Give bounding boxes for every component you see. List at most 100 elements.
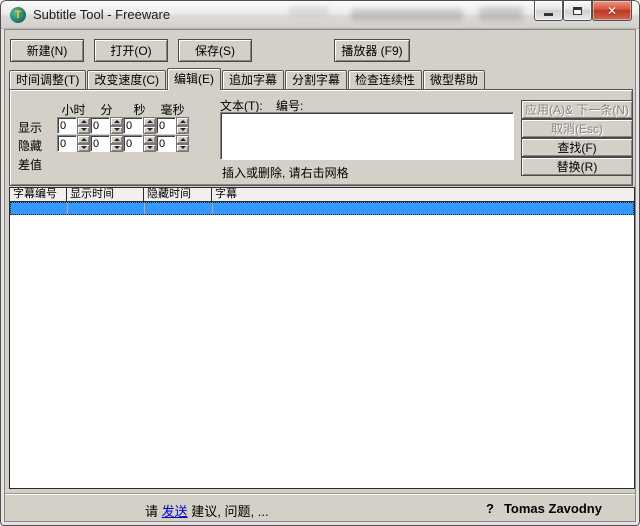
status-message: 请 发送 建议, 问题, ... bbox=[145, 501, 269, 520]
grid-cell[interactable] bbox=[68, 203, 145, 214]
status-bar: 请 发送 建议, 问题, ... ? Tomas Zavodny bbox=[5, 493, 635, 521]
hide-hours-spinner bbox=[57, 135, 90, 152]
edit-tab-page: 小时 分 秒 毫秒 显示 隐藏 差值 bbox=[9, 89, 633, 186]
cancel-button[interactable]: 取消(Esc) bbox=[521, 119, 633, 138]
hide-minutes-input[interactable] bbox=[90, 135, 110, 152]
subtitle-text-area[interactable] bbox=[220, 112, 514, 160]
hide-millis-input[interactable] bbox=[156, 135, 176, 152]
spin-down-button[interactable] bbox=[143, 126, 156, 135]
spin-down-icon bbox=[81, 146, 87, 149]
grid-cell[interactable] bbox=[213, 203, 633, 214]
spin-down-icon bbox=[114, 146, 120, 149]
spin-up-icon bbox=[147, 138, 153, 141]
player-button[interactable]: 播放器 (F9) bbox=[334, 39, 410, 62]
spin-down-button[interactable] bbox=[143, 144, 156, 153]
find-button[interactable]: 查找(F) bbox=[521, 138, 633, 157]
grid-empty-body[interactable] bbox=[10, 217, 634, 488]
hide-seconds-spinner bbox=[123, 135, 156, 152]
show-minutes-input[interactable] bbox=[90, 117, 110, 134]
spin-down-icon bbox=[147, 128, 153, 131]
show-hours-spinner bbox=[57, 117, 90, 134]
column-header-subtitle-number[interactable]: 字幕编号 bbox=[10, 188, 67, 201]
show-millis-input[interactable] bbox=[156, 117, 176, 134]
show-seconds-spinner bbox=[123, 117, 156, 134]
open-button[interactable]: 打开(O) bbox=[94, 39, 168, 62]
spin-down-button[interactable] bbox=[110, 144, 123, 153]
grid-header-row: 字幕编号 显示时间 隐藏时间 字幕 bbox=[10, 188, 634, 202]
tab-split[interactable]: 分割字幕 bbox=[285, 70, 347, 89]
close-button[interactable]: ✕ bbox=[592, 1, 632, 21]
grid-hint-text: 插入或删除, 请右击网格 bbox=[222, 164, 349, 181]
hide-minutes-spinner bbox=[90, 135, 123, 152]
save-button[interactable]: 保存(S) bbox=[178, 39, 252, 62]
maximize-icon bbox=[573, 7, 582, 15]
spin-down-button[interactable] bbox=[110, 126, 123, 135]
replace-button[interactable]: 替换(R) bbox=[521, 157, 633, 176]
author-credit: ? Tomas Zavodny bbox=[486, 501, 602, 516]
spin-up-icon bbox=[180, 138, 186, 141]
show-minutes-spinner bbox=[90, 117, 123, 134]
spin-up-button[interactable] bbox=[110, 135, 123, 144]
maximize-button[interactable] bbox=[563, 1, 592, 21]
spin-up-icon bbox=[114, 138, 120, 141]
tab-check-continuity[interactable]: 检查连续性 bbox=[348, 70, 422, 89]
spin-down-button[interactable] bbox=[176, 144, 189, 153]
spin-up-icon bbox=[114, 120, 120, 123]
spin-up-button[interactable] bbox=[176, 135, 189, 144]
titlebar[interactable]: T Subtitle Tool - Freeware ✕ bbox=[1, 1, 639, 29]
spin-down-icon bbox=[147, 146, 153, 149]
apply-next-button[interactable]: 应用(A)& 下一条(N) bbox=[521, 100, 633, 119]
tab-time-adjust[interactable]: 时间调整(T) bbox=[9, 70, 86, 89]
column-header-subtitle[interactable]: 字幕 bbox=[212, 188, 634, 201]
send-link[interactable]: 发送 bbox=[162, 504, 188, 519]
show-seconds-input[interactable] bbox=[123, 117, 143, 134]
column-header-show-time[interactable]: 显示时间 bbox=[67, 188, 144, 201]
tab-strip: 时间调整(T) 改变速度(C) 编辑(E) 追加字幕 分割字幕 检查连续性 微型… bbox=[9, 67, 631, 89]
minimize-icon bbox=[544, 13, 553, 16]
tab-append[interactable]: 追加字幕 bbox=[222, 70, 284, 89]
status-prefix: 请 bbox=[145, 504, 158, 519]
spin-up-button[interactable] bbox=[110, 117, 123, 126]
spin-down-button[interactable] bbox=[77, 126, 90, 135]
author-name: Tomas Zavodny bbox=[504, 501, 602, 516]
hide-hours-input[interactable] bbox=[57, 135, 77, 152]
spin-up-icon bbox=[81, 120, 87, 123]
tab-change-speed[interactable]: 改变速度(C) bbox=[87, 70, 166, 89]
diff-row-label: 差值 bbox=[18, 156, 42, 173]
redacted-blur bbox=[289, 7, 329, 16]
hide-seconds-input[interactable] bbox=[123, 135, 143, 152]
redacted-blur bbox=[351, 9, 463, 21]
show-hours-input[interactable] bbox=[57, 117, 77, 134]
new-button[interactable]: 新建(N) bbox=[10, 39, 84, 62]
spin-up-icon bbox=[81, 138, 87, 141]
tab-edit[interactable]: 编辑(E) bbox=[167, 68, 221, 90]
tab-mini-help[interactable]: 微型帮助 bbox=[423, 70, 485, 89]
hide-row-label: 隐藏 bbox=[18, 137, 42, 154]
grid-cell[interactable] bbox=[11, 203, 68, 214]
spin-up-icon bbox=[180, 120, 186, 123]
help-question-mark: ? bbox=[486, 501, 494, 516]
app-icon: T bbox=[10, 7, 26, 23]
status-suffix: 建议, 问题, ... bbox=[191, 504, 268, 519]
show-millis-spinner bbox=[156, 117, 189, 134]
redacted-blur bbox=[479, 7, 523, 21]
spin-up-button[interactable] bbox=[143, 117, 156, 126]
grid-cell[interactable] bbox=[145, 203, 213, 214]
minimize-button[interactable] bbox=[534, 1, 563, 21]
window-title: Subtitle Tool - Freeware bbox=[33, 7, 170, 22]
client-area: 新建(N) 打开(O) 保存(S) 播放器 (F9) 时间调整(T) 改变速度(… bbox=[4, 29, 636, 522]
spin-down-icon bbox=[180, 146, 186, 149]
spin-up-button[interactable] bbox=[77, 117, 90, 126]
spin-down-button[interactable] bbox=[77, 144, 90, 153]
spin-up-button[interactable] bbox=[77, 135, 90, 144]
column-header-hide-time[interactable]: 隐藏时间 bbox=[144, 188, 212, 201]
show-row-label: 显示 bbox=[18, 119, 42, 136]
spin-down-icon bbox=[81, 128, 87, 131]
spin-down-icon bbox=[180, 128, 186, 131]
spin-up-icon bbox=[147, 120, 153, 123]
spin-up-button[interactable] bbox=[143, 135, 156, 144]
spin-down-button[interactable] bbox=[176, 126, 189, 135]
grid-selected-row[interactable] bbox=[10, 202, 634, 215]
spin-up-button[interactable] bbox=[176, 117, 189, 126]
spin-down-icon bbox=[114, 128, 120, 131]
